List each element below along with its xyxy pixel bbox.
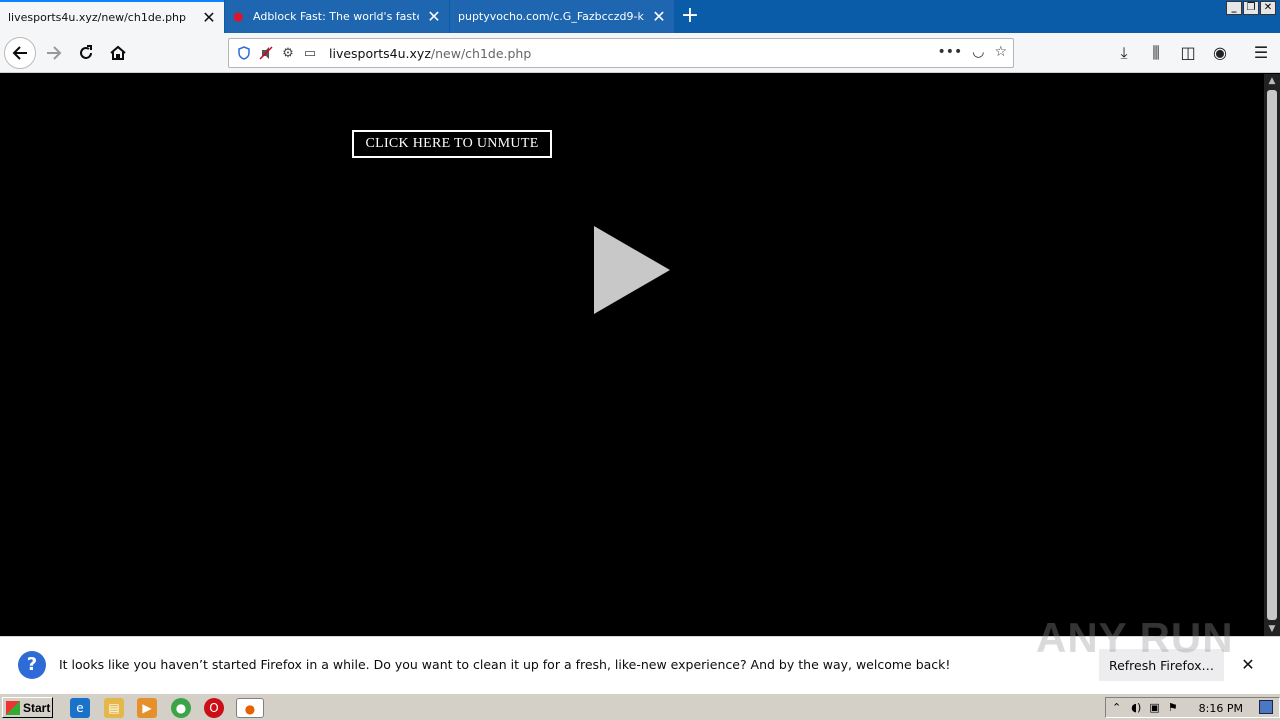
tab-close-icon[interactable]: ✕ <box>652 8 666 24</box>
restore-button[interactable]: ❐ <box>1243 1 1259 15</box>
url-path: /new/ch1de.php <box>430 45 532 61</box>
window-controls: _ ❐ ✕ <box>1226 1 1276 15</box>
volume-icon[interactable]: ◖) <box>1131 701 1141 714</box>
tab-livesports[interactable]: livesports4u.xyz/new/ch1de.php ✕ <box>0 0 224 33</box>
pocket-icon[interactable]: ◡ <box>972 44 984 60</box>
close-notification-icon[interactable]: ✕ <box>1238 655 1258 675</box>
windows-logo-icon <box>6 700 20 715</box>
reload-icon <box>80 45 92 59</box>
start-button[interactable]: Start <box>2 697 53 718</box>
minimize-button[interactable]: _ <box>1226 1 1242 15</box>
url-text[interactable]: livesports4u.xyz/new/ch1de.php <box>329 46 531 61</box>
chrome-icon[interactable]: ● <box>171 698 191 718</box>
question-icon: ? <box>18 651 46 679</box>
reload-button[interactable] <box>70 37 102 69</box>
home-button[interactable] <box>102 37 134 69</box>
show-desktop-icon[interactable] <box>1259 700 1273 714</box>
home-icon <box>110 45 126 60</box>
media-player-icon[interactable]: ▶ <box>137 698 157 718</box>
adblock-favicon-icon: ⬢ <box>233 9 244 24</box>
library-icon[interactable]: ⫼ <box>1144 42 1168 64</box>
scroll-down-icon[interactable]: ▼ <box>1264 622 1280 636</box>
close-window-button[interactable]: ✕ <box>1260 1 1276 15</box>
page-info-icon[interactable]: ▭ <box>301 44 319 62</box>
action-center-flag-icon[interactable]: ⚑ <box>1168 701 1178 714</box>
back-arrow-icon <box>12 46 27 60</box>
url-domain: livesports4u.xyz <box>329 45 431 61</box>
tray-expand-icon[interactable]: ⌃ <box>1112 701 1121 714</box>
notification-text: It looks like you haven’t started Firefo… <box>59 657 951 672</box>
start-label: Start <box>23 700 51 715</box>
firefox-taskbar-icon[interactable]: ● <box>236 698 264 718</box>
tab-close-icon[interactable]: ✕ <box>427 8 441 24</box>
watermark: ANY RUN <box>1036 614 1234 661</box>
menu-icon[interactable]: ☰ <box>1249 42 1273 64</box>
play-icon[interactable] <box>594 226 670 314</box>
tab-puptyvocho[interactable]: puptyvocho.com/c.G_Fazbcczd9-kfag ✕ <box>450 0 674 33</box>
sidebar-icon[interactable]: ◫ <box>1176 42 1200 64</box>
tab-strip: livesports4u.xyz/new/ch1de.php ✕ ⬢ Adblo… <box>0 0 1280 33</box>
back-button[interactable] <box>4 37 36 69</box>
tab-title: Adblock Fast: The world's fastest <box>253 10 419 23</box>
scroll-thumb[interactable] <box>1267 90 1277 620</box>
scrollbar[interactable]: ▲ ▼ <box>1264 74 1280 636</box>
tab-adblock[interactable]: ⬢ Adblock Fast: The world's fastest ✕ <box>225 0 449 33</box>
taskbar: Start e ▤ ▶ ● O ● ⌃ ◖) ▣ ⚑ 8:16 PM <box>0 693 1280 720</box>
opera-icon[interactable]: O <box>204 698 224 718</box>
forward-button[interactable] <box>38 37 70 69</box>
tab-close-icon[interactable]: ✕ <box>202 9 216 25</box>
system-tray: ⌃ ◖) ▣ ⚑ 8:16 PM <box>1105 697 1280 718</box>
unmute-button[interactable]: CLICK HERE TO UNMUTE <box>352 130 552 158</box>
network-icon[interactable]: ▣ <box>1149 701 1159 714</box>
bookmark-star-icon[interactable]: ☆ <box>994 44 1007 60</box>
page-content: CLICK HERE TO UNMUTE <box>0 74 1264 636</box>
url-bar[interactable]: ⚙ ▭ livesports4u.xyz/new/ch1de.php ••• ◡… <box>228 38 1014 68</box>
tab-title: livesports4u.xyz/new/ch1de.php <box>8 11 187 24</box>
new-tab-icon[interactable]: + <box>678 5 702 27</box>
file-explorer-icon[interactable]: ▤ <box>104 698 124 718</box>
scroll-up-icon[interactable]: ▲ <box>1264 74 1280 88</box>
tracking-shield-icon[interactable] <box>235 44 253 62</box>
tab-title: puptyvocho.com/c.G_Fazbcczd9-kfag <box>458 10 644 23</box>
account-icon[interactable]: ◉ <box>1208 42 1232 64</box>
navigation-toolbar: ⚙ ▭ livesports4u.xyz/new/ch1de.php ••• ◡… <box>0 33 1280 73</box>
clock[interactable]: 8:16 PM <box>1199 702 1243 715</box>
permissions-icon[interactable]: ⚙ <box>279 44 297 62</box>
url-actions: ••• ◡ ☆ <box>937 44 1007 60</box>
page-actions-icon[interactable]: ••• <box>937 44 962 60</box>
internet-explorer-icon[interactable]: e <box>70 698 90 718</box>
autoplay-blocked-icon[interactable] <box>257 44 275 62</box>
downloads-icon[interactable]: ⤓ <box>1112 42 1136 64</box>
forward-arrow-icon <box>47 46 62 60</box>
